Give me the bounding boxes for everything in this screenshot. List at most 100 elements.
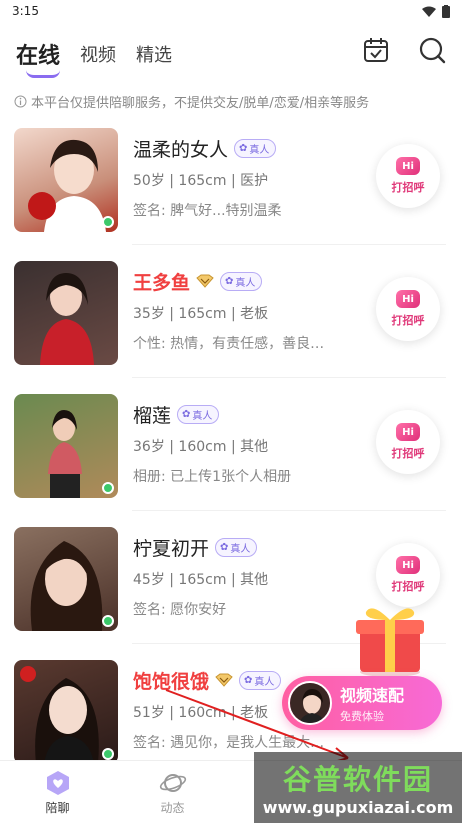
tab-indicator <box>26 70 60 78</box>
user-sign: 相册: 已上传1张个人相册 <box>133 469 292 485</box>
verified-badge: ✿ 真人 <box>239 670 282 690</box>
status-bar: 3:15 <box>0 0 462 22</box>
avatar-portrait <box>20 666 99 764</box>
planet-icon <box>159 774 186 792</box>
user-meta: 45岁 | 165cm | 其他 <box>133 572 269 588</box>
badge-flower-icon: ✿ <box>239 142 248 154</box>
status-time: 3:15 <box>12 4 39 18</box>
avatar-portrait <box>28 139 106 232</box>
list-item[interactable]: 王多鱼 ✿ 真人 35岁 | 165cm | 老板 个性: 热情，有责任感，善良…… <box>0 253 462 386</box>
user-sign: 签名: 遇见你，是我人生最大… <box>133 735 325 751</box>
watermark-title: 谷普软件园 <box>282 763 433 796</box>
user-info: 王多鱼 ✿ 真人 35岁 | 165cm | 老板 个性: 热情，有责任感，善良… <box>133 261 363 353</box>
badge-label: 真人 <box>254 676 275 688</box>
chat-heart-icon <box>46 771 69 795</box>
verified-badge: ✿ 真人 <box>177 404 220 424</box>
vip-diamond-icon <box>196 274 214 288</box>
hi-text: Hi <box>402 160 414 172</box>
notice-text: 本平台仅提供陪聊服务，不提供交友/脱单/恋爱/相亲等服务 <box>31 96 370 111</box>
user-name: 柠夏初开 <box>133 537 210 560</box>
greet-label: 打招呼 <box>391 580 425 593</box>
badge-flower-icon: ✿ <box>182 408 191 420</box>
avatar[interactable] <box>14 527 118 631</box>
status-icons <box>422 4 450 18</box>
avatar-portrait <box>40 273 94 365</box>
badge-label: 真人 <box>235 277 256 289</box>
watermark-url: www.gupuxiazai.com <box>262 798 454 817</box>
avatar-portrait <box>48 410 82 498</box>
avatar[interactable] <box>14 261 118 365</box>
hi-icon: Hi <box>396 423 420 441</box>
avatar[interactable] <box>14 660 118 764</box>
calendar-check-icon[interactable] <box>362 36 390 64</box>
user-name: 饱饱很饿 <box>133 670 210 693</box>
online-indicator <box>102 748 114 760</box>
video-match-button[interactable]: 视频速配 免费体验 <box>282 676 442 730</box>
tab-online-label: 在线 <box>16 44 61 69</box>
hi-text: Hi <box>402 426 414 438</box>
verified-badge: ✿ 真人 <box>220 271 263 291</box>
tab-featured[interactable]: 精选 <box>136 41 172 67</box>
info-icon <box>14 95 27 108</box>
user-sign: 签名: 愿你安好 <box>133 602 227 618</box>
greet-button[interactable]: Hi 打招呼 <box>376 277 440 341</box>
wifi-icon <box>422 6 436 17</box>
list-item[interactable]: 温柔的女人 ✿ 真人 50岁 | 165cm | 医护 签名: 脾气好...特别温… <box>0 120 462 253</box>
user-meta: 36岁 | 160cm | 其他 <box>133 439 269 455</box>
greet-button[interactable]: Hi 打招呼 <box>376 144 440 208</box>
online-indicator <box>102 615 114 627</box>
service-notice: 本平台仅提供陪聊服务，不提供交友/脱单/恋爱/相亲等服务 <box>14 92 454 111</box>
greet-button[interactable]: Hi 打招呼 <box>376 410 440 474</box>
video-match-avatar <box>288 681 332 725</box>
verified-badge: ✿ 真人 <box>215 537 258 557</box>
hi-text: Hi <box>402 559 414 571</box>
badge-label: 真人 <box>192 410 213 422</box>
video-match-title: 视频速配 <box>340 686 405 705</box>
badge-flower-icon: ✿ <box>244 674 253 686</box>
header: 在线 视频 精选 <box>0 26 462 82</box>
nav-item-moments[interactable]: 动态 <box>115 761 230 823</box>
user-name: 王多鱼 <box>133 271 191 294</box>
vip-diamond-icon <box>215 673 233 687</box>
gift-box-icon[interactable] <box>350 602 430 678</box>
badge-label: 真人 <box>249 144 270 156</box>
search-icon[interactable] <box>418 36 446 64</box>
greet-label: 打招呼 <box>391 314 425 327</box>
badge-flower-icon: ✿ <box>225 275 234 287</box>
online-indicator <box>102 482 114 494</box>
video-match-subtitle: 免费体验 <box>340 710 384 723</box>
online-indicator <box>102 216 114 228</box>
user-name: 温柔的女人 <box>133 138 229 161</box>
tab-online[interactable]: 在线 <box>16 38 61 78</box>
avatar[interactable] <box>14 128 118 232</box>
hi-icon: Hi <box>396 290 420 308</box>
nav-label-chat: 陪聊 <box>45 801 70 815</box>
nav-label-moments: 动态 <box>160 801 185 815</box>
verified-badge: ✿ 真人 <box>234 138 277 158</box>
user-name: 榴莲 <box>133 404 172 427</box>
video-match-text: 视频速配 免费体验 <box>340 682 404 724</box>
user-info: 柠夏初开 ✿ 真人 45岁 | 165cm | 其他 签名: 愿你安好 <box>133 527 363 619</box>
tab-video[interactable]: 视频 <box>80 41 116 67</box>
badge-label: 真人 <box>230 543 251 555</box>
list-item[interactable]: 榴莲 ✿ 真人 36岁 | 160cm | 其他 相册: 已上传1张个人相册 Hi… <box>0 386 462 519</box>
user-sign: 个性: 热情，有责任感，善良… <box>133 336 325 352</box>
badge-flower-icon: ✿ <box>220 541 229 553</box>
greet-label: 打招呼 <box>391 181 425 194</box>
avatar[interactable] <box>14 394 118 498</box>
hi-icon: Hi <box>396 556 420 574</box>
hi-icon: Hi <box>396 157 420 175</box>
avatar-portrait <box>30 541 103 631</box>
greet-button[interactable]: Hi 打招呼 <box>376 543 440 607</box>
user-info: 榴莲 ✿ 真人 36岁 | 160cm | 其他 相册: 已上传1张个人相册 <box>133 394 363 486</box>
user-info: 温柔的女人 ✿ 真人 50岁 | 165cm | 医护 签名: 脾气好...特别温… <box>133 128 363 220</box>
user-meta: 50岁 | 165cm | 医护 <box>133 173 269 189</box>
user-meta: 35岁 | 165cm | 老板 <box>133 306 269 322</box>
battery-icon <box>442 4 450 18</box>
header-actions <box>362 36 446 64</box>
watermark: 谷普软件园 www.gupuxiazai.com <box>254 752 462 823</box>
greet-label: 打招呼 <box>391 447 425 460</box>
hi-text: Hi <box>402 293 414 305</box>
nav-item-chat[interactable]: 陪聊 <box>0 761 115 823</box>
user-sign: 签名: 脾气好...特别温柔 <box>133 203 282 219</box>
